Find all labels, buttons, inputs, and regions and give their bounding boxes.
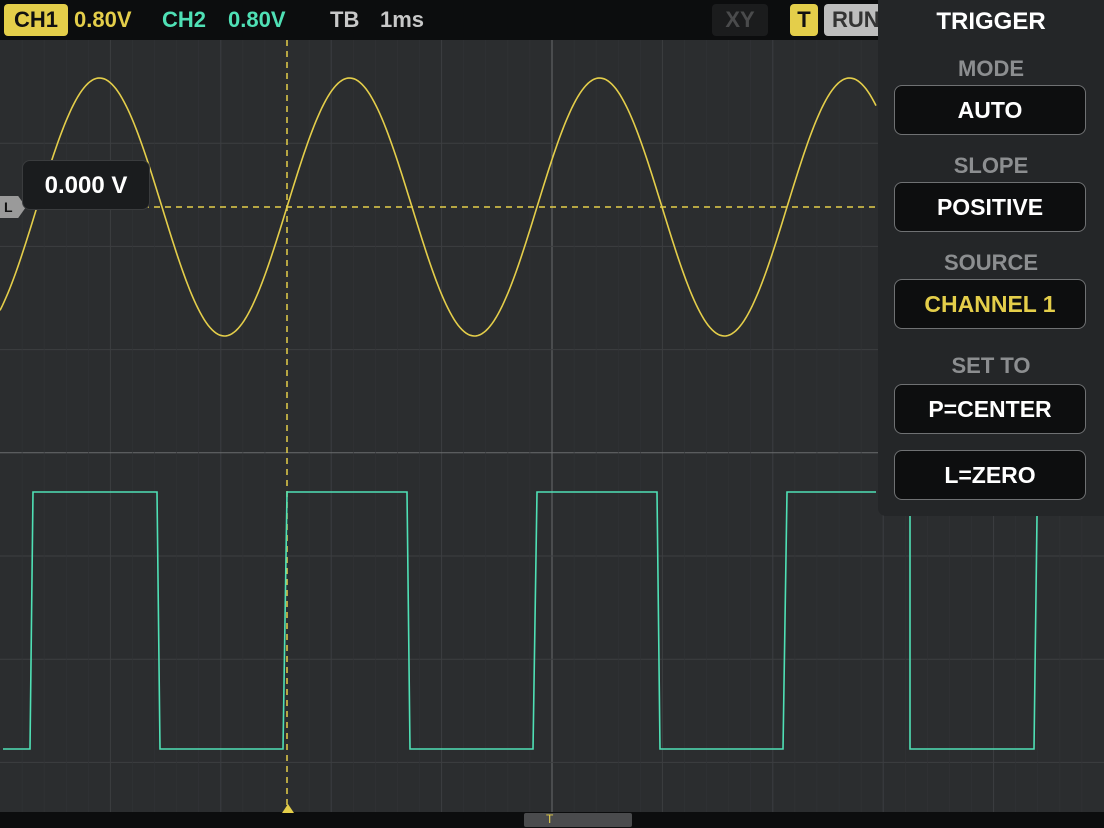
trigger-position-indicator: T (546, 812, 554, 826)
trigger-position-arrow-icon[interactable] (282, 804, 294, 813)
l-zero-button[interactable]: L=ZERO (894, 450, 1086, 500)
trigger-source-button[interactable]: CHANNEL 1 (894, 279, 1086, 329)
trigger-mode-button[interactable]: AUTO (894, 85, 1086, 135)
trigger-slope-button[interactable]: POSITIVE (894, 182, 1086, 232)
scroll-thumb[interactable] (524, 813, 632, 827)
slope-label: SLOPE (953, 153, 1029, 178)
ch1-volts-per-div[interactable]: 0.80V (74, 4, 132, 36)
trigger-level-readout: 0.000 V (22, 160, 150, 210)
trigger-panel: TRIGGER MODE AUTO SLOPE POSITIVE SOURCE … (878, 0, 1104, 516)
xy-mode-button[interactable]: XY (712, 4, 768, 36)
ch2-label[interactable]: CH2 (162, 4, 206, 36)
ch1-badge[interactable]: CH1 (4, 4, 68, 36)
mode-label: MODE (958, 56, 1024, 81)
timebase-value[interactable]: 1ms (380, 4, 424, 36)
p-center-button[interactable]: P=CENTER (894, 384, 1086, 434)
ch2-volts-per-div[interactable]: 0.80V (228, 4, 286, 36)
trigger-badge[interactable]: T (790, 4, 818, 36)
timebase-label[interactable]: TB (330, 4, 359, 36)
set-to-label: SET TO (951, 353, 1031, 378)
source-label: SOURCE (943, 250, 1039, 275)
panel-title: TRIGGER (936, 8, 1046, 35)
